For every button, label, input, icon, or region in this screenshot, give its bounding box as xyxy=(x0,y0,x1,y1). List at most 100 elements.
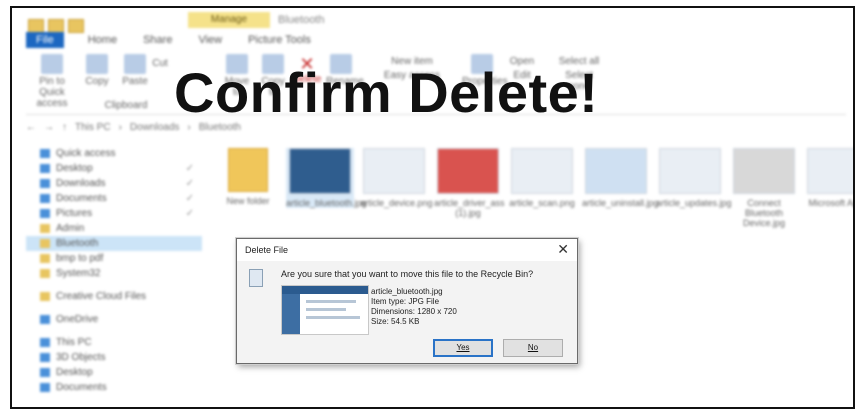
computer-icon xyxy=(40,338,50,347)
tab-share[interactable]: Share xyxy=(141,32,174,48)
save-icon[interactable] xyxy=(28,19,44,33)
window-title: Bluetooth xyxy=(278,14,325,26)
back-icon[interactable]: ← xyxy=(26,122,36,133)
nav-label: Desktop xyxy=(56,367,93,378)
tab-file[interactable]: File xyxy=(26,32,64,48)
file-name-text: article_bluetooth.jpg xyxy=(371,287,443,296)
navigation-pane: Quick access Desktop ✓ Downloads ✓ Documen… xyxy=(26,146,202,406)
tab-home[interactable]: Home xyxy=(86,32,119,48)
file-name: Connect Bluetooth Device.jpg xyxy=(742,198,786,228)
tab-picture-tools[interactable]: Picture Tools xyxy=(246,32,313,48)
paste-button[interactable]: Paste xyxy=(120,54,150,87)
nav-label: bmp to pdf xyxy=(56,253,104,264)
yes-button-label: Yes xyxy=(456,343,470,352)
paste-icon xyxy=(124,54,146,74)
breadcrumb-item[interactable]: Downloads xyxy=(130,122,179,133)
cut-button[interactable]: Cut xyxy=(150,58,170,69)
file-preview-thumbnail xyxy=(281,285,369,335)
nav-label: Downloads xyxy=(56,178,106,189)
file-item[interactable]: article_device.png xyxy=(360,148,433,208)
dimensions-text: Dimensions: 1280 x 720 xyxy=(371,307,457,316)
nav-item-bmp-to-pdf[interactable]: bmp to pdf xyxy=(26,251,202,266)
ribbon-label: Copy xyxy=(85,76,109,87)
file-list: New folder article_bluetooth.jpg article… xyxy=(208,138,853,238)
confirm-delete-headline: Confirm Delete! xyxy=(174,61,599,124)
manage-context-tab[interactable]: Manage xyxy=(188,12,270,28)
forward-icon[interactable]: → xyxy=(44,122,54,133)
file-item[interactable]: article_updates.jpg xyxy=(656,148,732,208)
nav-item-bluetooth[interactable]: Bluetooth xyxy=(26,236,202,251)
undo-icon[interactable] xyxy=(48,19,64,33)
yes-button[interactable]: Yes xyxy=(433,339,493,357)
dialog-title: Delete File xyxy=(245,245,289,255)
up-icon[interactable]: ↑ xyxy=(62,122,67,133)
redo-icon[interactable] xyxy=(68,19,84,33)
nav-label: 3D Objects xyxy=(56,352,106,363)
file-name: article_driver_ass (1).jpg xyxy=(434,198,505,218)
nav-label: Quick access xyxy=(56,148,116,159)
image-thumbnail xyxy=(511,148,573,194)
ribbon-label: Paste xyxy=(122,76,148,87)
nav-item-3d-objects[interactable]: 3D Objects xyxy=(26,350,202,365)
copy-button[interactable]: Copy xyxy=(82,54,112,87)
file-item[interactable]: article_uninstall.jpg xyxy=(582,148,659,208)
folder-icon xyxy=(40,254,50,263)
recycle-bin-icon xyxy=(249,269,263,287)
nav-item-creative-cloud[interactable]: Creative Cloud Files xyxy=(26,289,202,304)
nav-label: This PC xyxy=(56,337,92,348)
file-item[interactable]: article_driver_ass (1).jpg xyxy=(434,148,505,218)
pin-quick-access-button[interactable]: Pin to Quick access xyxy=(32,54,72,109)
nav-label: Bluetooth xyxy=(56,238,99,249)
nav-label: Admin xyxy=(56,223,85,234)
nav-item-downloads[interactable]: Downloads ✓ xyxy=(26,176,202,191)
breadcrumb-item[interactable]: This PC xyxy=(75,122,111,133)
file-item[interactable]: Connect Bluetooth Device.jpg xyxy=(730,148,798,228)
nav-item-system32[interactable]: System32 xyxy=(26,266,202,281)
pin-icon: ✓ xyxy=(185,178,194,189)
thumbnail-line xyxy=(306,308,346,311)
clipboard-group-label: Clipboard xyxy=(104,100,148,111)
image-thumbnail xyxy=(585,148,647,194)
nav-label: Documents xyxy=(56,193,107,204)
folder-icon xyxy=(40,224,50,233)
download-icon xyxy=(40,179,50,188)
folder-icon xyxy=(228,148,268,192)
nav-item-desktop[interactable]: Desktop ✓ xyxy=(26,161,202,176)
file-item[interactable]: article_scan.png xyxy=(508,148,576,208)
folder-icon xyxy=(40,353,50,362)
nav-item-pictures[interactable]: Pictures ✓ xyxy=(26,206,202,221)
file-name: article_bluetooth.jpg xyxy=(286,198,367,208)
nav-label: Desktop xyxy=(56,163,93,174)
nav-item-quick-access[interactable]: Quick access xyxy=(26,146,202,161)
file-item[interactable]: New folder xyxy=(214,148,282,206)
nav-label: Creative Cloud Files xyxy=(56,291,147,302)
nav-item-this-pc[interactable]: This PC xyxy=(26,335,202,350)
document-icon xyxy=(40,194,50,203)
nav-item-onedrive[interactable]: OneDrive xyxy=(26,312,202,327)
dialog-body: Are you sure that you want to move this … xyxy=(237,261,577,363)
star-icon xyxy=(40,149,50,158)
nav-item-admin[interactable]: Admin xyxy=(26,221,202,236)
size-text: Size: 54.5 KB xyxy=(371,317,420,326)
folder-icon xyxy=(40,164,50,173)
thumbnail-line xyxy=(306,316,360,319)
close-icon[interactable]: ✕ xyxy=(557,241,569,258)
nav-item-desktop-pc[interactable]: Desktop xyxy=(26,365,202,380)
nav-item-documents[interactable]: Documents ✓ xyxy=(26,191,202,206)
folder-icon xyxy=(40,269,50,278)
pin-icon: ✓ xyxy=(185,163,194,174)
screenshot-frame: Manage Bluetooth File Home Share View Pi… xyxy=(10,6,855,409)
image-thumbnail xyxy=(289,148,351,194)
pin-icon: ✓ xyxy=(185,208,194,219)
file-item[interactable]: Microsoft Apps xyxy=(804,148,853,208)
no-button[interactable]: No xyxy=(503,339,563,357)
document-icon xyxy=(40,383,50,392)
pictures-icon xyxy=(40,209,50,218)
file-item[interactable]: article_bluetooth.jpg xyxy=(286,148,367,208)
tab-view[interactable]: View xyxy=(196,32,224,48)
nav-item-documents-pc[interactable]: Documents xyxy=(26,380,202,395)
ribbon-label: Pin to Quick access xyxy=(36,76,68,109)
delete-file-dialog: Delete File ✕ Are you sure that you want… xyxy=(236,238,578,364)
